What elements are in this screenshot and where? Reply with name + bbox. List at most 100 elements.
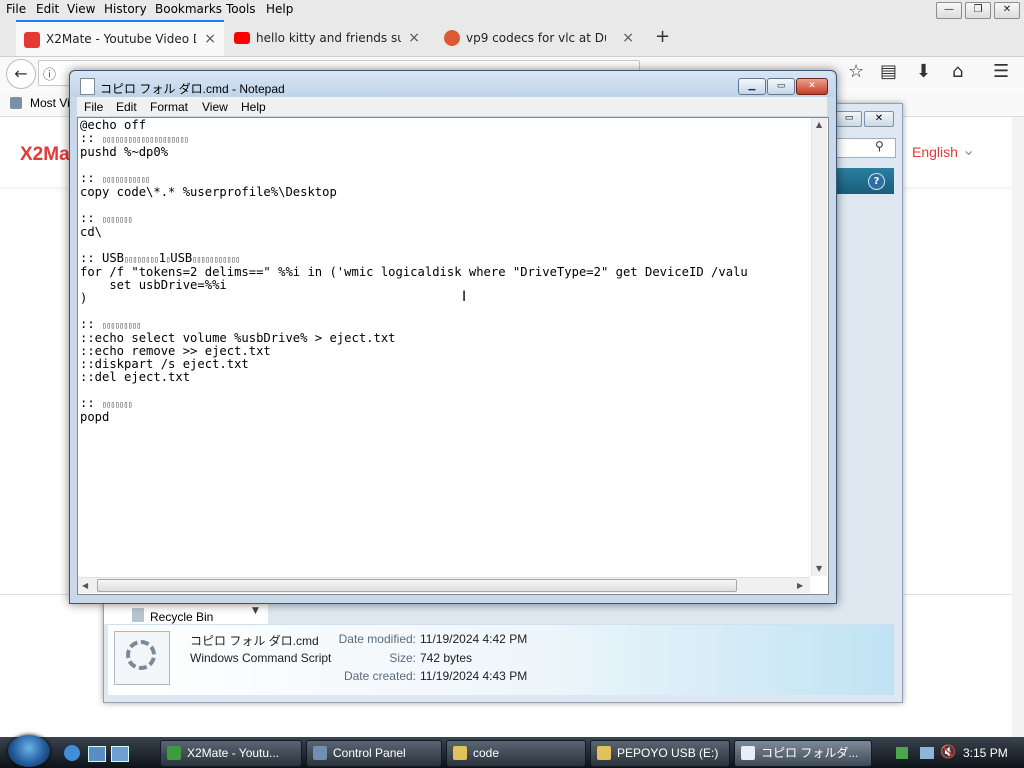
notepad-line: :: ▯▯▯▯▯▯▯ — [80, 211, 133, 225]
page-scrollbar[interactable] — [1012, 117, 1024, 737]
taskbar-app-icon — [597, 746, 611, 760]
taskbar-button-label: Control Panel — [333, 746, 406, 760]
taskbar-app-icon — [453, 746, 467, 760]
taskbar-button-label: PEPOYO USB (E:) — [617, 746, 719, 760]
menu-tools[interactable]: Tools — [226, 2, 256, 16]
new-tab-button[interactable]: + — [655, 26, 670, 47]
notepad-line: ::echo remove >> eject.txt — [80, 344, 271, 358]
tray-volume-muted-icon[interactable]: 🔇 — [940, 745, 956, 760]
details-filename: コピロ フォル ダロ.cmd — [190, 634, 319, 648]
taskbar-button-label: code — [473, 746, 500, 760]
scroll-up-arrow-icon[interactable]: ▲ — [816, 120, 822, 129]
dropdown-arrow-icon[interactable]: ▼ — [252, 606, 259, 616]
close-tab-icon[interactable]: × — [408, 20, 420, 56]
home-icon[interactable]: ⌂ — [952, 61, 963, 82]
notepad-minimize-button[interactable]: ▁ — [738, 78, 766, 95]
info-icon[interactable]: ⓘ — [43, 64, 56, 83]
notepad-line: popd — [80, 410, 110, 424]
taskbar-button[interactable]: X2Mate - Youtu... — [160, 740, 302, 767]
switch-windows-icon[interactable] — [111, 746, 129, 762]
notepad-line: ::echo select volume %usbDrive% > eject.… — [80, 331, 396, 345]
taskbar-app-icon — [741, 746, 755, 760]
youtube-icon — [234, 32, 250, 44]
notepad-line: :: ▯▯▯▯▯▯▯▯▯▯▯▯▯▯▯▯▯▯▯▯ — [80, 131, 189, 145]
tab-hello-kitty[interactable]: hello kitty and friends super × — [226, 20, 428, 56]
notepad-horizontal-scroll-thumb[interactable] — [97, 579, 737, 592]
taskbar-button[interactable]: code — [446, 740, 586, 767]
internet-explorer-icon[interactable] — [64, 745, 80, 761]
notepad-line: ) — [80, 291, 88, 305]
taskbar-button[interactable]: PEPOYO USB (E:) — [590, 740, 730, 767]
scroll-right-arrow-icon[interactable]: ▶ — [797, 581, 803, 590]
bookmarks-folder-icon — [10, 97, 22, 109]
notepad-editor[interactable]: @echo off :: ▯▯▯▯▯▯▯▯▯▯▯▯▯▯▯▯▯▯▯▯ pushd … — [77, 117, 829, 595]
menu-edit[interactable]: Edit — [36, 2, 59, 16]
language-selector[interactable]: English — [912, 144, 958, 160]
firefox-restore-button[interactable]: ❐ — [965, 2, 991, 19]
hamburger-menu-icon[interactable]: ☰ — [993, 61, 1009, 82]
details-date-created-label: Date created: — [343, 669, 416, 683]
bookmark-most-visited[interactable]: Most Vi — [30, 96, 70, 110]
close-tab-icon[interactable]: × — [204, 22, 216, 56]
tray-shield-icon[interactable] — [896, 747, 908, 759]
search-icon[interactable]: ⚲ — [875, 139, 884, 153]
notepad-menu-help[interactable]: Help — [241, 100, 266, 114]
notepad-maximize-button[interactable]: ▭ — [767, 78, 795, 95]
clock[interactable]: 3:15 PM — [963, 746, 1008, 760]
notepad-line: @echo off — [80, 118, 147, 132]
menu-bookmarks[interactable]: Bookmarks — [155, 2, 222, 16]
chevron-down-icon[interactable]: ⌄ — [962, 140, 975, 159]
scroll-down-arrow-icon[interactable]: ▼ — [816, 564, 822, 573]
menu-view[interactable]: View — [67, 2, 95, 16]
taskbar-button[interactable]: Control Panel — [306, 740, 442, 767]
notepad-menu-view[interactable]: View — [202, 100, 228, 114]
notepad-line: cd\ — [80, 225, 103, 239]
tray-network-icon[interactable] — [920, 747, 934, 759]
firefox-minimize-button[interactable]: — — [936, 2, 962, 19]
tab-x2mate[interactable]: X2Mate - Youtube Video Do × — [16, 20, 224, 56]
notepad-title: コピロ フォル ダロ.cmd - Notepad — [100, 82, 285, 96]
close-tab-icon[interactable]: × — [622, 20, 634, 56]
explorer-search-box[interactable]: ⚲ — [834, 138, 896, 158]
recycle-bin-item[interactable]: Recycle Bin — [150, 610, 213, 624]
notepad-text-content[interactable]: @echo off :: ▯▯▯▯▯▯▯▯▯▯▯▯▯▯▯▯▯▯▯▯ pushd … — [80, 119, 748, 424]
taskbar-button-label: コピロ フォルダ... — [761, 746, 859, 760]
notepad-menu-format[interactable]: Format — [150, 100, 188, 114]
details-filetype: Windows Command Script — [190, 651, 332, 665]
start-button[interactable] — [8, 735, 50, 767]
notepad-menu-edit[interactable]: Edit — [116, 100, 137, 114]
details-date-created: 11/19/2024 4:43 PM — [420, 669, 528, 683]
menu-help[interactable]: Help — [266, 2, 293, 16]
firefox-close-button[interactable]: ✕ — [994, 2, 1020, 19]
firefox-menubar: File Edit View History Bookmarks Tools H… — [0, 0, 1024, 20]
download-icon — [24, 32, 40, 48]
tab-title: X2Mate - Youtube Video Do — [46, 32, 196, 46]
duckduckgo-icon — [444, 30, 460, 46]
scroll-left-arrow-icon[interactable]: ◀ — [82, 581, 88, 590]
site-logo[interactable]: X2Ma — [20, 144, 70, 166]
back-arrow-icon[interactable]: ← — [6, 59, 36, 89]
taskbar-button-label: X2Mate - Youtu... — [187, 746, 280, 760]
tab-title: vp9 codecs for vlc at DuckD — [466, 31, 606, 45]
bookmark-star-icon[interactable]: ☆ — [848, 61, 864, 82]
reading-list-icon[interactable]: ▤ — [880, 61, 897, 82]
recycle-bin-icon — [132, 608, 144, 622]
menu-history[interactable]: History — [104, 2, 147, 16]
taskbar-button[interactable]: コピロ フォルダ... — [734, 740, 872, 767]
notepad-vertical-scrollbar[interactable]: ▲ ▼ — [811, 118, 827, 576]
explorer-maximize-button[interactable]: ▭ — [836, 111, 862, 127]
tab-duckduckgo[interactable]: vp9 codecs for vlc at DuckD × — [436, 20, 642, 56]
notepad-line: set usbDrive=%%i — [80, 278, 227, 292]
explorer-close-button[interactable]: ✕ — [864, 111, 894, 127]
show-desktop-icon[interactable] — [88, 746, 106, 762]
details-date-modified-label: Date modified: — [338, 632, 416, 646]
tab-title: hello kitty and friends super — [256, 31, 401, 45]
help-icon[interactable]: ? — [868, 173, 885, 190]
notepad-close-button[interactable]: ✕ — [796, 78, 828, 95]
downloads-icon[interactable]: ⬇ — [916, 61, 931, 82]
notepad-menu-file[interactable]: File — [84, 100, 103, 114]
notepad-line: :: ▯▯▯▯▯▯▯▯▯ — [80, 317, 141, 331]
notepad-line: ::diskpart /s eject.txt — [80, 357, 249, 371]
gear-icon — [126, 640, 156, 670]
menu-file[interactable]: File — [6, 2, 26, 16]
